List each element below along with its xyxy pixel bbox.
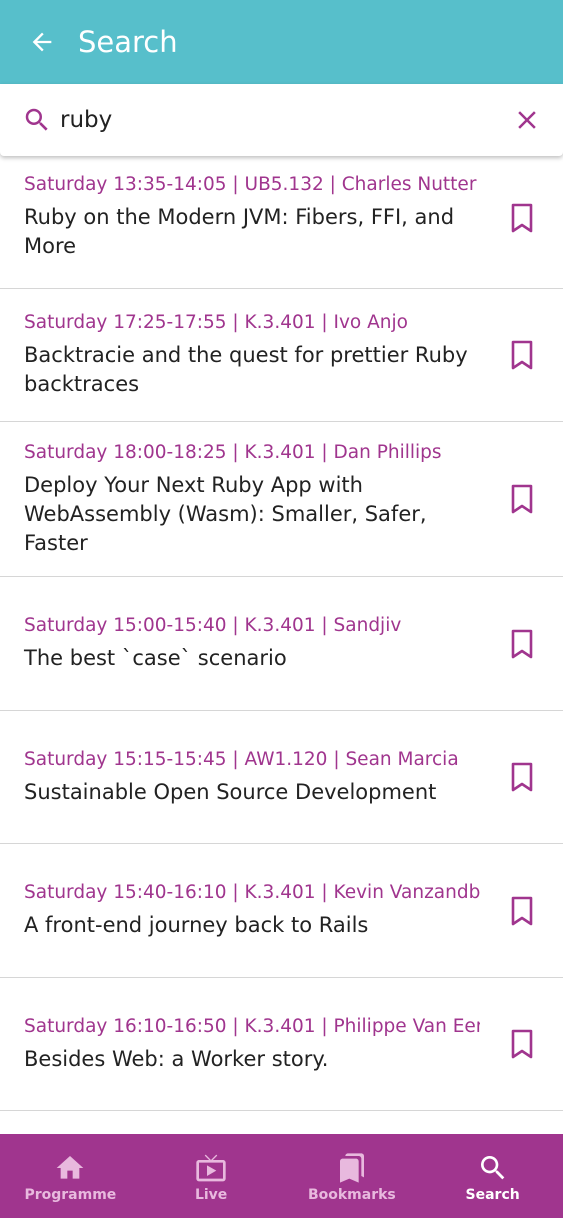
results-list: Saturday 13:35-14:05 | UB5.132 | Charles… xyxy=(0,156,563,1134)
list-item[interactable]: Saturday 16:10-16:50 | K.3.401 | Philipp… xyxy=(0,978,563,1111)
list-item[interactable]: Saturday 15:00-15:40 | K.3.401 | Sandjiv… xyxy=(0,577,563,711)
talk-meta: Saturday 15:00-15:40 | K.3.401 | Sandjiv xyxy=(24,615,402,636)
talk-title: Besides Web: a Worker story. xyxy=(24,1046,329,1071)
talk-meta: Saturday 13:35-14:05 | UB5.132 | Charles… xyxy=(24,174,477,195)
bookmark-outline-icon xyxy=(511,762,533,792)
nav-label: Bookmarks xyxy=(307,1187,396,1203)
talk-title: Backtracie and the quest for prettier Ru… xyxy=(24,343,468,396)
talk-meta: Saturday 18:00-18:25 | K.3.401 | Dan Phi… xyxy=(24,441,442,463)
list-item[interactable]: Saturday 15:40-16:10 | K.3.401 | Kevin V… xyxy=(0,844,563,978)
home-icon xyxy=(53,1151,87,1185)
bookmark-outline-icon xyxy=(511,629,533,658)
list-item[interactable]: Saturday 13:35-14:05 | UB5.132 | Charles… xyxy=(0,156,563,289)
nav-label: Search xyxy=(465,1187,520,1203)
top-app-bar: Search xyxy=(0,0,563,84)
list-item[interactable]: Saturday 17:25-17:55 | K.3.401 | Ivo Anj… xyxy=(0,289,563,422)
nav-label: Live xyxy=(194,1187,228,1203)
tv-icon xyxy=(194,1151,228,1185)
bookmark-button[interactable] xyxy=(507,1027,537,1061)
clear-search-button[interactable] xyxy=(511,104,543,136)
search-input[interactable] xyxy=(60,100,480,140)
talk-title: Sustainable Open Source Development xyxy=(24,779,437,804)
bookmarks-icon xyxy=(335,1151,369,1185)
back-button[interactable] xyxy=(0,0,84,84)
search-icon xyxy=(476,1151,510,1185)
bookmark-outline-icon xyxy=(511,340,533,370)
bookmark-button[interactable] xyxy=(507,627,537,661)
bookmark-outline-icon xyxy=(511,896,533,925)
bookmark-outline-icon xyxy=(511,1029,533,1059)
page-title: Search xyxy=(78,25,178,59)
talk-title: Deploy Your Next Ruby App with WebAssemb… xyxy=(24,472,427,555)
talk-title: A front-end journey back to Rails xyxy=(24,913,369,937)
nav-label: Programme xyxy=(24,1187,117,1203)
list-item[interactable]: Saturday 15:15-15:45 | AW1.120 | Sean Ma… xyxy=(0,711,563,844)
bookmark-button[interactable] xyxy=(507,760,537,794)
arrow-left-icon xyxy=(32,32,52,52)
talk-meta: Saturday 16:10-16:50 | K.3.401 | Philipp… xyxy=(24,1015,480,1037)
bookmark-button[interactable] xyxy=(507,338,537,372)
talk-title: The best `case` scenario xyxy=(24,646,287,670)
talk-meta: Saturday 15:15-15:45 | AW1.120 | Sean Ma… xyxy=(24,748,459,770)
bookmark-outline-icon xyxy=(511,203,533,233)
bookmark-button[interactable] xyxy=(507,201,537,235)
talk-title: Ruby on the Modern JVM: Fibers, FFI, and… xyxy=(24,205,455,258)
bottom-navigation: Programme Live Bookmarks Search xyxy=(0,1134,563,1218)
app-root: Search Saturday 13:35-14:05 | UB5.132 | … xyxy=(0,0,563,1218)
nav-programme[interactable]: Programme xyxy=(0,1134,141,1218)
bookmark-button[interactable] xyxy=(507,482,537,516)
search-icon xyxy=(20,103,54,137)
search-bar xyxy=(0,84,563,156)
bookmark-outline-icon xyxy=(511,484,533,514)
talk-meta: Saturday 15:40-16:10 | K.3.401 | Kevin V… xyxy=(24,882,480,903)
nav-search[interactable]: Search xyxy=(422,1134,563,1218)
nav-live[interactable]: Live xyxy=(141,1134,282,1218)
close-icon xyxy=(518,111,536,129)
bookmark-button[interactable] xyxy=(507,894,537,928)
list-item[interactable]: Saturday 18:00-18:25 | K.3.401 | Dan Phi… xyxy=(0,422,563,577)
talk-meta: Saturday 17:25-17:55 | K.3.401 | Ivo Anj… xyxy=(24,312,408,333)
nav-bookmarks[interactable]: Bookmarks xyxy=(282,1134,423,1218)
